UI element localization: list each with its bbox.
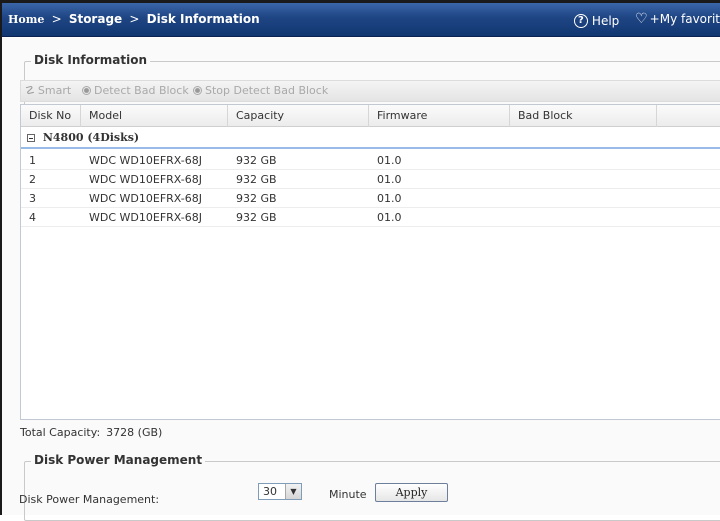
disk-grid: Disk No Model Capacity Firmware Bad Bloc… xyxy=(20,104,720,420)
cell-capacity: 932 GB xyxy=(236,211,277,224)
power-minutes-select[interactable]: 30 ▼ xyxy=(258,483,302,500)
breadcrumb-home[interactable]: Home xyxy=(8,13,44,26)
cell-disk-no: 4 xyxy=(29,211,36,224)
cell-model: WDC WD10EFRX-68J xyxy=(89,211,202,224)
breadcrumb-separator: > xyxy=(51,12,62,26)
power-minutes-value: 30 xyxy=(263,485,277,498)
apply-button[interactable]: Apply xyxy=(375,483,448,502)
help-link[interactable]: ? Help xyxy=(573,14,620,28)
disk-toolbar: ☡ Smart Detect Bad Block Stop Detect Bad… xyxy=(20,80,720,102)
cell-firmware: 01.0 xyxy=(377,211,402,224)
grid-rows: 1 WDC WD10EFRX-68J 932 GB 01.0 2 WDC WD1… xyxy=(21,151,720,227)
radio-icon xyxy=(82,86,91,95)
cell-disk-no: 3 xyxy=(29,192,36,205)
help-icon: ? xyxy=(573,14,588,28)
top-bar: Home > Storage > Disk Information ? Help… xyxy=(2,3,720,37)
breadcrumb: Home > Storage > Disk Information xyxy=(8,12,260,26)
detect-bad-block-label: Detect Bad Block xyxy=(94,84,189,97)
cell-model: WDC WD10EFRX-68J xyxy=(89,192,202,205)
cell-model: WDC WD10EFRX-68J xyxy=(89,154,202,167)
favorite-label: +My favorit xyxy=(649,12,720,26)
group-label: N4800 (4Disks) xyxy=(42,131,140,144)
stop-detect-bad-block-button[interactable]: Stop Detect Bad Block xyxy=(193,84,328,97)
smart-button[interactable]: ☡ Smart xyxy=(25,84,71,97)
column-header-bad-block[interactable]: Bad Block xyxy=(510,105,657,127)
chevron-down-icon[interactable]: ▼ xyxy=(285,484,301,499)
top-actions: ? Help ♡ +My favorit xyxy=(562,12,720,28)
help-label: Help xyxy=(591,14,620,28)
cell-capacity: 932 GB xyxy=(236,154,277,167)
column-header-capacity[interactable]: Capacity xyxy=(228,105,369,127)
content-area: Disk Information ☡ Smart Detect Bad Bloc… xyxy=(2,38,720,521)
minute-unit-label: Minute xyxy=(329,488,367,501)
grid-group-row[interactable]: N4800 (4Disks) xyxy=(21,128,720,149)
collapse-icon[interactable] xyxy=(27,134,35,142)
column-header-firmware[interactable]: Firmware xyxy=(369,105,510,127)
disk-power-management-group: Disk Power Management xyxy=(24,453,720,521)
total-capacity-label: Total Capacity: xyxy=(20,426,101,439)
table-row[interactable]: 4 WDC WD10EFRX-68J 932 GB 01.0 xyxy=(21,208,720,227)
table-row[interactable]: 1 WDC WD10EFRX-68J 932 GB 01.0 xyxy=(21,151,720,170)
breadcrumb-current: Disk Information xyxy=(146,12,260,26)
cell-firmware: 01.0 xyxy=(377,154,402,167)
power-management-label: Disk Power Management: xyxy=(19,493,160,506)
radio-icon xyxy=(193,86,202,95)
cell-model: WDC WD10EFRX-68J xyxy=(89,173,202,186)
cell-disk-no: 1 xyxy=(29,154,36,167)
table-row[interactable]: 2 WDC WD10EFRX-68J 932 GB 01.0 xyxy=(21,170,720,189)
heart-plus-icon: ♡ xyxy=(635,11,648,27)
smart-label: Smart xyxy=(37,84,72,97)
breadcrumb-storage[interactable]: Storage xyxy=(69,12,122,26)
my-favorite-link[interactable]: ♡ +My favorit xyxy=(635,12,720,26)
column-header-model[interactable]: Model xyxy=(81,105,228,127)
cell-capacity: 932 GB xyxy=(236,173,277,186)
cell-firmware: 01.0 xyxy=(377,173,402,186)
breadcrumb-separator: > xyxy=(129,12,140,26)
disk-information-legend: Disk Information xyxy=(31,53,151,67)
cell-firmware: 01.0 xyxy=(377,192,402,205)
column-header-extra xyxy=(657,105,720,127)
total-capacity: Total Capacity: 3728 (GB) xyxy=(20,426,162,439)
column-header-disk-no[interactable]: Disk No xyxy=(21,105,81,127)
stop-detect-bad-block-label: Stop Detect Bad Block xyxy=(205,84,329,97)
disk-power-management-legend: Disk Power Management xyxy=(31,453,206,467)
total-capacity-value: 3728 (GB) xyxy=(106,426,163,439)
cell-capacity: 932 GB xyxy=(236,192,277,205)
table-row[interactable]: 3 WDC WD10EFRX-68J 932 GB 01.0 xyxy=(21,189,720,208)
grid-header: Disk No Model Capacity Firmware Bad Bloc… xyxy=(21,105,720,127)
detect-bad-block-button[interactable]: Detect Bad Block xyxy=(82,84,189,97)
cell-disk-no: 2 xyxy=(29,173,36,186)
smart-icon: ☡ xyxy=(25,84,35,97)
